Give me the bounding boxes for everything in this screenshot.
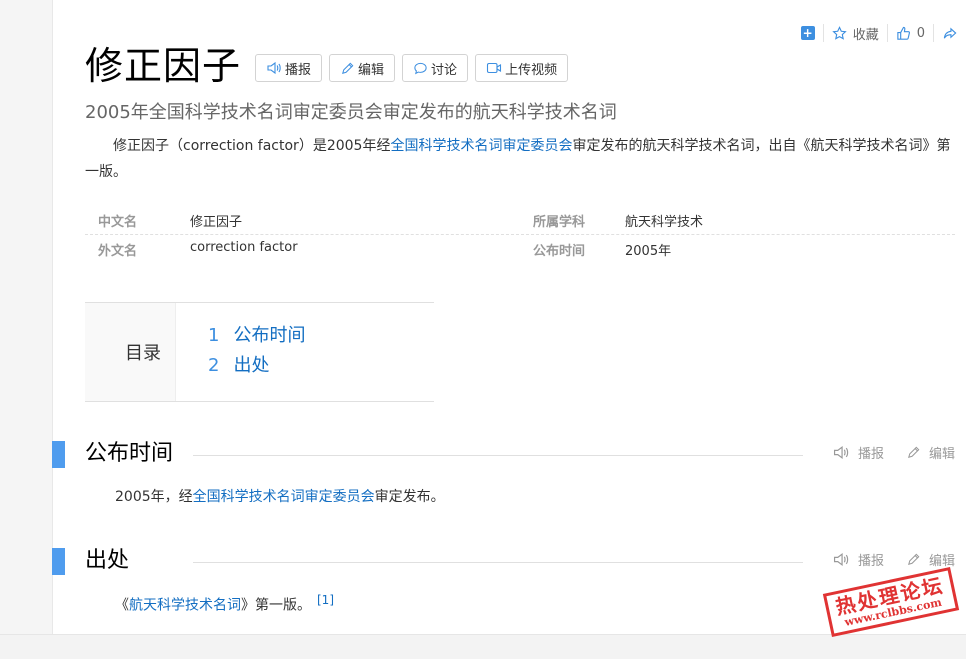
- discuss-button[interactable]: 讨论: [402, 54, 469, 82]
- section-edit-button[interactable]: 编辑: [906, 550, 955, 569]
- body-text-end: 审定发布。: [374, 489, 445, 505]
- lemma-summary: 修正因子（correction factor）是2005年经全国科学技术名词审定…: [85, 133, 957, 185]
- discuss-label: 讨论: [431, 62, 458, 78]
- info-value: 航天科学技术: [625, 214, 704, 230]
- info-value: 修正因子: [190, 214, 243, 230]
- toc-number: 2: [208, 355, 220, 376]
- edit-label: 编辑: [358, 62, 385, 78]
- title-actions: 播报 编辑 讨论 上传视频: [255, 54, 569, 82]
- chat-bubble-icon: [414, 62, 427, 74]
- toc-heading: 目录: [85, 303, 176, 401]
- lemma-title: 修正因子: [85, 44, 242, 88]
- lemma-subtitle: 2005年全国科学技术名词审定委员会审定发布的航天科学技术名词: [85, 102, 617, 123]
- info-key: 所属学科: [533, 214, 586, 230]
- broadcast-button[interactable]: 播报: [255, 54, 323, 82]
- section-title: 公布时间: [85, 439, 182, 469]
- section-body: 2005年，经全国科学技术名词审定委员会审定发布。: [115, 486, 445, 506]
- section-marker: [52, 548, 65, 575]
- section-actions: 播报 编辑: [832, 443, 955, 462]
- book-link[interactable]: 航天科学技术名词: [129, 598, 241, 614]
- title-row: 修正因子 播报 编辑 讨论 上传视频: [85, 40, 569, 92]
- reference-link[interactable]: [1]: [317, 593, 334, 607]
- section-divider: [193, 562, 803, 563]
- section-divider: [193, 455, 803, 456]
- toc-item-source[interactable]: 2 出处: [208, 351, 305, 381]
- like-button[interactable]: 0: [888, 24, 934, 42]
- speaker-icon: [267, 61, 281, 75]
- pencil-icon: [908, 446, 920, 458]
- info-key: 公布时间: [533, 244, 586, 259]
- speaker-icon: [833, 445, 849, 460]
- pencil-icon: [908, 553, 920, 565]
- committee-link[interactable]: 全国科学技术名词审定委员会: [193, 489, 375, 505]
- section-broadcast-button[interactable]: 播报: [832, 443, 884, 462]
- info-row: 中文名 修正因子 所属学科 航天科学技术: [85, 206, 955, 235]
- body-text-start: 2005年，经: [115, 489, 193, 505]
- video-icon: [487, 62, 502, 74]
- section-broadcast-label: 播报: [857, 447, 884, 462]
- like-count: 0: [916, 25, 925, 41]
- broadcast-label: 播报: [285, 62, 312, 78]
- section-actions: 播报 编辑: [832, 550, 955, 569]
- section-marker: [52, 441, 65, 468]
- lemma-page: + 收藏 0 修正因子 播报 编辑 讨论 上传视频 2005年全国科学技术名词审…: [52, 0, 966, 634]
- section-edit-button[interactable]: 编辑: [906, 443, 955, 462]
- info-row: 外文名 correction factor 公布时间 2005年: [85, 235, 955, 264]
- speaker-icon: [833, 552, 849, 567]
- upload-video-label: 上传视频: [505, 62, 558, 78]
- section-broadcast-button[interactable]: 播报: [832, 550, 884, 569]
- section-edit-label: 编辑: [928, 554, 955, 569]
- share-button[interactable]: [934, 24, 966, 42]
- star-icon: [832, 25, 847, 40]
- body-text-start: 《: [115, 597, 129, 614]
- collect-button[interactable]: 收藏: [824, 24, 888, 43]
- toc-number: 1: [208, 325, 220, 346]
- info-value: correction factor: [190, 240, 298, 255]
- section-title: 出处: [85, 546, 138, 576]
- bottom-bar: [0, 634, 966, 659]
- share-icon: [943, 27, 957, 39]
- committee-link[interactable]: 全国科学技术名词审定委员会: [390, 138, 572, 154]
- toc-label: 公布时间: [233, 325, 306, 346]
- plus-icon: +: [800, 26, 815, 40]
- info-value: 2005年: [625, 244, 672, 259]
- toc-list: 1 公布时间 2 出处: [176, 303, 305, 401]
- thumb-up-icon: [897, 26, 910, 40]
- collect-label: 收藏: [852, 27, 879, 43]
- summary-text-start: 修正因子（correction factor）是2005年经: [113, 138, 391, 154]
- add-to-list-button[interactable]: +: [793, 24, 824, 42]
- pencil-icon: [342, 62, 354, 74]
- body-text-end: 》第一版。: [241, 597, 311, 614]
- section-body: 《航天科学技术名词》第一版。 [1]: [115, 593, 334, 615]
- top-toolbar: + 收藏 0: [793, 24, 966, 43]
- table-of-contents: 目录 1 公布时间 2 出处: [85, 302, 434, 402]
- info-key: 中文名: [98, 214, 138, 230]
- basic-info-table: 中文名 修正因子 所属学科 航天科学技术 外文名 correction factor …: [85, 206, 955, 264]
- edit-button[interactable]: 编辑: [329, 54, 396, 82]
- section-broadcast-label: 播报: [857, 554, 884, 569]
- upload-video-button[interactable]: 上传视频: [475, 54, 569, 82]
- info-key: 外文名: [98, 244, 138, 259]
- toc-label: 出处: [233, 355, 270, 376]
- section-edit-label: 编辑: [928, 447, 955, 462]
- toc-item-publish-time[interactable]: 1 公布时间: [208, 321, 305, 351]
